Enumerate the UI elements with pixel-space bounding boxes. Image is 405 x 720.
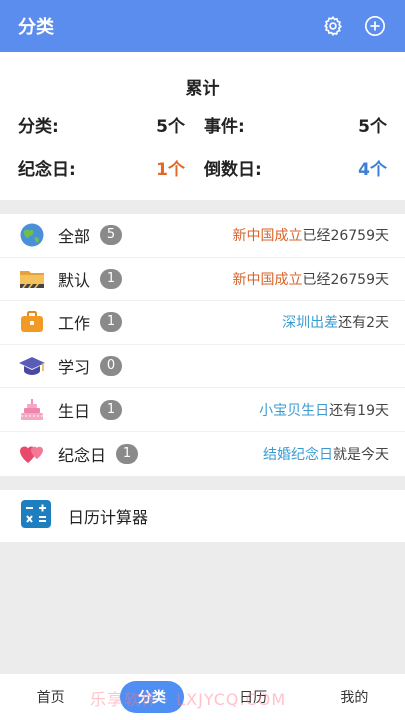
- category-count-badge: 1: [116, 443, 139, 464]
- event-title: 小宝贝生日: [259, 402, 330, 419]
- event-status: 还有19天: [329, 402, 389, 419]
- category-item-all[interactable]: 全部 5 新中国成立已经26759天: [0, 214, 405, 258]
- event-status: 已经26759天: [302, 228, 389, 245]
- globe-icon: [18, 221, 46, 249]
- header: 分类: [0, 0, 405, 52]
- bottom-nav: 首页 分类 日历 我的: [0, 674, 405, 720]
- calendar-calculator-item[interactable]: 日历计算器: [0, 490, 405, 542]
- hearts-icon: [18, 440, 46, 468]
- tab-home[interactable]: 首页: [0, 687, 101, 707]
- category-name: 学习: [58, 358, 91, 378]
- category-count-badge: 1: [100, 312, 123, 333]
- tab-me[interactable]: 我的: [304, 687, 405, 707]
- event-title: 新中国成立: [232, 271, 303, 288]
- countdown-count-label: 倒数日:: [204, 160, 262, 180]
- category-count-badge: 1: [100, 268, 123, 289]
- latest-event: 小宝贝生日还有19天: [259, 400, 389, 420]
- category-count-label: 分类:: [18, 117, 59, 137]
- latest-event: 深圳出差还有2天: [282, 312, 389, 332]
- category-name: 默认: [58, 270, 91, 290]
- anniversary-count-value: 1个: [156, 160, 185, 180]
- calculator-icon: [20, 499, 52, 533]
- summary-row: 纪念日: 1个 倒数日: 4个: [0, 155, 405, 185]
- tab-category[interactable]: 分类: [101, 681, 202, 713]
- event-status: 还有2天: [338, 315, 389, 332]
- countdown-count-value: 4个: [358, 160, 387, 180]
- gear-icon[interactable]: [321, 14, 345, 38]
- tab-calendar[interactable]: 日历: [203, 687, 304, 707]
- summary-card: 累计 分类: 5个 事件: 5个 纪念日: 1个 倒数日: 4个: [0, 52, 405, 200]
- category-count-badge: 1: [100, 399, 123, 420]
- category-count-badge: 0: [100, 356, 123, 377]
- anniversary-count-label: 纪念日:: [18, 160, 76, 180]
- category-name: 工作: [58, 314, 91, 334]
- category-name: 纪念日: [58, 445, 107, 465]
- app: 分类 累计 分类: 5个 事件: 5个 纪念日: 1个 倒数日: 4个 全部 5…: [0, 0, 405, 720]
- category-item-work[interactable]: 工作 1 深圳出差还有2天: [0, 301, 405, 345]
- event-title: 深圳出差: [282, 315, 339, 332]
- category-name: 生日: [58, 401, 91, 421]
- category-item-anniversary[interactable]: 纪念日 1 结婚纪念日就是今天: [0, 432, 405, 476]
- latest-event: 新中国成立已经26759天: [232, 225, 389, 245]
- event-status: 就是今天: [333, 446, 389, 463]
- category-count-badge: 5: [100, 225, 123, 246]
- event-title: 新中国成立: [232, 228, 303, 245]
- event-title: 结婚纪念日: [263, 446, 333, 463]
- calculator-label: 日历计算器: [68, 508, 149, 527]
- category-item-birthday[interactable]: 生日 1 小宝贝生日还有19天: [0, 388, 405, 432]
- event-count-label: 事件:: [204, 117, 245, 137]
- summary-row: 分类: 5个 事件: 5个: [0, 112, 405, 142]
- tab-category-label: 分类: [119, 681, 184, 713]
- plus-circle-icon[interactable]: [363, 14, 387, 38]
- latest-event: 结婚纪念日就是今天: [263, 444, 389, 464]
- summary-title: 累计: [185, 79, 220, 99]
- category-list: 全部 5 新中国成立已经26759天 默认 1 新中国成立已经26759天 工作…: [0, 214, 405, 476]
- briefcase-icon: [18, 308, 46, 336]
- category-count-value: 5个: [156, 117, 185, 137]
- graduation-cap-icon: [18, 352, 46, 380]
- category-name: 全部: [58, 227, 91, 247]
- category-item-study[interactable]: 学习 0: [0, 345, 405, 389]
- page-title: 分类: [18, 17, 54, 38]
- cake-icon: [18, 396, 46, 424]
- folder-icon: [18, 265, 46, 293]
- category-item-default[interactable]: 默认 1 新中国成立已经26759天: [0, 258, 405, 302]
- event-status: 已经26759天: [302, 271, 389, 288]
- event-count-value: 5个: [358, 117, 387, 137]
- latest-event: 新中国成立已经26759天: [232, 269, 389, 289]
